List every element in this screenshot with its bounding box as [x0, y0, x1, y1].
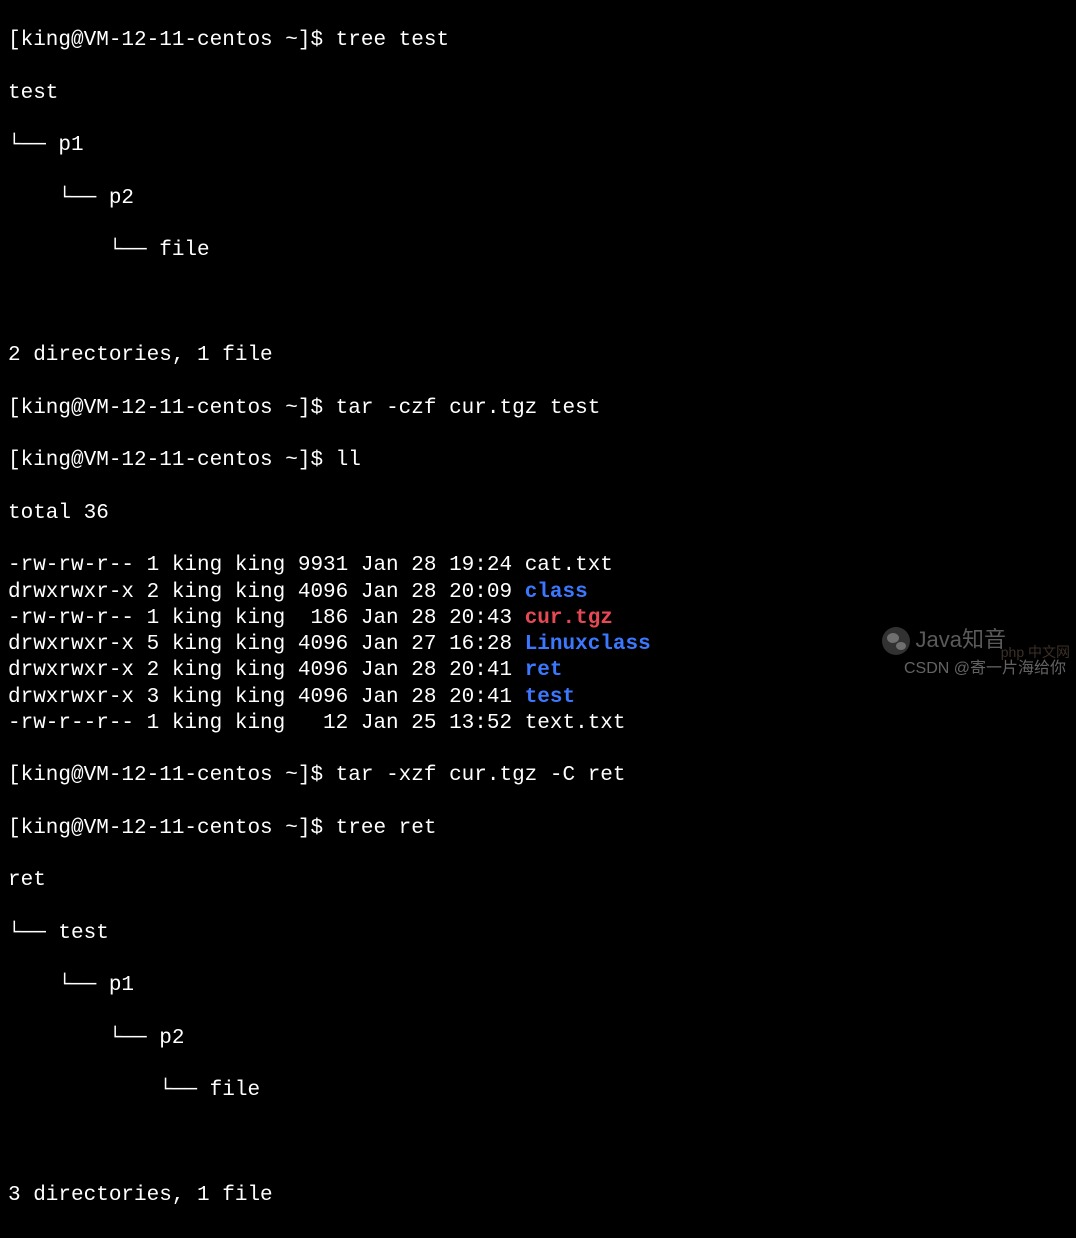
ll-row-filename: Linuxclass	[525, 633, 651, 656]
tree-summary: 2 directories, 1 file	[8, 343, 1068, 369]
command: tar -czf cur.tgz test	[336, 397, 601, 420]
ll-row-meta: -rw-rw-r-- 1 king king 9931 Jan 28 19:24	[8, 554, 525, 577]
ll-row: drwxrwxr-x 5 king king 4096 Jan 27 16:28…	[8, 632, 1068, 658]
prompt-line: [king@VM-12-11-centos ~]$ tree ret	[8, 816, 1068, 842]
tree-branch: └── file	[8, 238, 1068, 264]
ll-row-meta: drwxrwxr-x 2 king king 4096 Jan 28 20:09	[8, 581, 525, 604]
tree-root: test	[8, 81, 1068, 107]
ll-row-meta: drwxrwxr-x 2 king king 4096 Jan 28 20:41	[8, 659, 525, 682]
ll-row: drwxrwxr-x 2 king king 4096 Jan 28 20:41…	[8, 658, 1068, 684]
ll-total: total 36	[8, 501, 1068, 527]
prompt-line: [king@VM-12-11-centos ~]$ tar -czf cur.t…	[8, 396, 1068, 422]
tree-branch: └── p2	[8, 186, 1068, 212]
tree-branch: └── p1	[8, 133, 1068, 159]
ll-row: drwxrwxr-x 3 king king 4096 Jan 28 20:41…	[8, 685, 1068, 711]
shell-prompt: [king@VM-12-11-centos ~]$	[8, 764, 336, 787]
command: tree ret	[336, 817, 437, 840]
ll-row: -rw-rw-r-- 1 king king 186 Jan 28 20:43 …	[8, 606, 1068, 632]
shell-prompt: [king@VM-12-11-centos ~]$	[8, 397, 336, 420]
ll-row-meta: -rw-r--r-- 1 king king 12 Jan 25 13:52	[8, 712, 525, 735]
ll-row-filename: cat.txt	[525, 554, 613, 577]
command: tar -xzf cur.tgz -C ret	[336, 764, 626, 787]
ll-row-filename: cur.tgz	[525, 607, 613, 630]
shell-prompt: [king@VM-12-11-centos ~]$	[8, 817, 336, 840]
ll-row-filename: ret	[525, 659, 563, 682]
ll-row-meta: -rw-rw-r-- 1 king king 186 Jan 28 20:43	[8, 607, 525, 630]
tree-branch: └── p2	[8, 1026, 1068, 1052]
ll-row-filename: text.txt	[525, 712, 626, 735]
prompt-line: [king@VM-12-11-centos ~]$ tree test	[8, 28, 1068, 54]
ll-row-meta: drwxrwxr-x 5 king king 4096 Jan 27 16:28	[8, 633, 525, 656]
ll-row-filename: test	[525, 686, 575, 709]
tree-branch: └── p1	[8, 973, 1068, 999]
command: tree test	[336, 29, 449, 52]
blank-line	[8, 291, 1068, 317]
command: ll	[336, 449, 361, 472]
ll-row: -rw-r--r-- 1 king king 12 Jan 25 13:52 t…	[8, 711, 1068, 737]
prompt-line: [king@VM-12-11-centos ~]$ tar -xzf cur.t…	[8, 763, 1068, 789]
tree-root: ret	[8, 868, 1068, 894]
tree-branch: └── test	[8, 921, 1068, 947]
ll-row: -rw-rw-r-- 1 king king 9931 Jan 28 19:24…	[8, 553, 1068, 579]
shell-prompt: [king@VM-12-11-centos ~]$	[8, 449, 336, 472]
ll-row: drwxrwxr-x 2 king king 4096 Jan 28 20:09…	[8, 580, 1068, 606]
tree-branch: └── file	[8, 1078, 1068, 1104]
prompt-line: [king@VM-12-11-centos ~]$ ll	[8, 448, 1068, 474]
ll-row-filename: class	[525, 581, 588, 604]
terminal-output[interactable]: [king@VM-12-11-centos ~]$ tree test test…	[0, 0, 1076, 1238]
shell-prompt: [king@VM-12-11-centos ~]$	[8, 29, 336, 52]
ll-listing: -rw-rw-r-- 1 king king 9931 Jan 28 19:24…	[8, 553, 1068, 737]
blank-line	[8, 1131, 1068, 1157]
ll-row-meta: drwxrwxr-x 3 king king 4096 Jan 28 20:41	[8, 686, 525, 709]
tree-summary: 3 directories, 1 file	[8, 1183, 1068, 1209]
